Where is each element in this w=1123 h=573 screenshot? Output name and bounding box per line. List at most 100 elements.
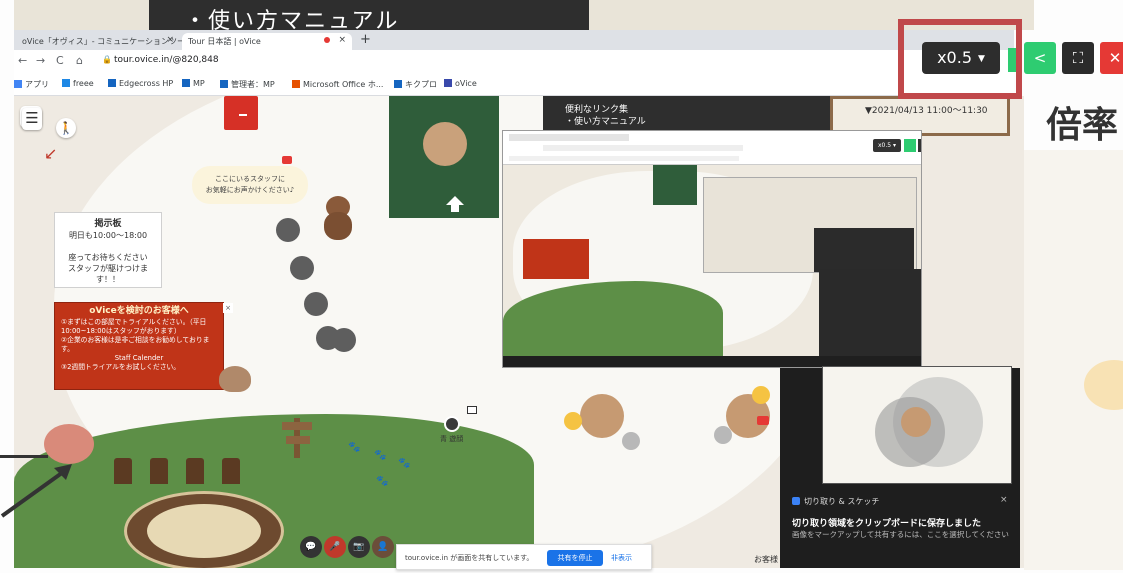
round-table[interactable] xyxy=(580,394,624,438)
youtube-icon[interactable] xyxy=(282,156,292,164)
chair[interactable] xyxy=(332,328,356,352)
x-logo-icon xyxy=(394,80,402,88)
hide-share-bar-button[interactable]: 非表示 xyxy=(611,553,632,563)
stop-sharing-button[interactable]: 共有を停止 xyxy=(547,550,603,566)
browser-tab-tour[interactable]: Tour 日本語 | oVice × xyxy=(182,33,352,50)
dining-chair[interactable] xyxy=(222,458,240,484)
snip-app-header: 切り取り & スケッチ xyxy=(792,496,879,507)
tab-close-icon[interactable]: × xyxy=(338,35,346,45)
x-logo-icon xyxy=(220,80,228,88)
paw-prints-icon: 🐾 xyxy=(374,450,387,461)
tablecloth xyxy=(147,504,261,558)
dining-table[interactable] xyxy=(124,491,284,568)
user-avatar-name: 青 遊顔 xyxy=(440,435,464,443)
guest-area-label: お客様 xyxy=(754,555,778,564)
nested-inner-preview xyxy=(703,177,917,273)
x-logo-icon xyxy=(108,79,116,87)
back-icon[interactable]: ← xyxy=(18,54,27,67)
share-status-text: tour.ovice.in が画面を共有しています。 xyxy=(405,554,534,562)
chair[interactable] xyxy=(276,218,300,242)
snip-sketch-icon xyxy=(792,497,800,505)
chair[interactable] xyxy=(290,256,314,280)
share-icon[interactable]: < xyxy=(1024,42,1056,74)
nested-tabs xyxy=(509,134,629,141)
close-icon[interactable]: ✕ xyxy=(1100,42,1123,74)
lock-icon: 🔒 xyxy=(102,55,112,64)
right-slide-deco xyxy=(1024,150,1123,570)
chair[interactable] xyxy=(564,412,582,430)
nested-dark-area xyxy=(819,269,921,357)
notice-line: ①まずはこの部屋でトライアルください。（平日10:00~18:00はスタッフがお… xyxy=(61,318,207,335)
nested-url xyxy=(543,145,743,151)
dining-chair[interactable] xyxy=(150,458,168,484)
info-board-line: 座ってお待ちください xyxy=(68,253,148,262)
nested-rug xyxy=(653,165,697,205)
monitor-icon[interactable] xyxy=(467,406,477,414)
chair[interactable] xyxy=(304,292,328,316)
bookmark-apps[interactable]: アプリ xyxy=(14,79,49,90)
notice-line: ③2週間トライアルをお試しください。 xyxy=(61,363,181,371)
link-board-item[interactable]: ・使い方マニュアル xyxy=(565,116,833,128)
x-logo-icon xyxy=(182,79,190,87)
staff-speech-bubble: ここにいるスタッフに お気軽にお声かけください♪ xyxy=(192,166,308,204)
home-icon[interactable]: ⌂ xyxy=(76,54,83,67)
screenshot-frame: ・使い方マニュアル oVice「オヴィス」- コミュニケーションツール × To… xyxy=(0,0,1123,573)
user-avatar[interactable] xyxy=(444,416,460,432)
reload-icon[interactable]: C xyxy=(56,54,64,67)
nested-zoom: x0.5 ▾ xyxy=(873,139,901,152)
ovice-menu-button[interactable]: ☰ xyxy=(22,108,42,130)
bookmark-edgecross[interactable]: Edgecross HP xyxy=(108,79,173,88)
paw-prints-icon: 🐾 xyxy=(376,476,389,487)
info-board: 掲示板 明日も10:00～18:00 座ってお待ちください スタッフが駆けつけま… xyxy=(54,212,162,288)
door-handle xyxy=(239,114,247,116)
dining-chair[interactable] xyxy=(114,458,132,484)
chair[interactable] xyxy=(622,432,640,450)
fullscreen-icon[interactable]: ⛶ xyxy=(1062,42,1094,74)
url-field[interactable]: tour.ovice.in/@820,848 xyxy=(114,55,219,65)
info-board-line xyxy=(55,241,161,252)
bookmark-office[interactable]: Microsoft Office ホ... xyxy=(292,79,383,90)
bookmark-admin-mp[interactable]: 管理者：MP xyxy=(220,79,275,90)
annotation-arrow-icon xyxy=(0,464,72,518)
bookmark-kikupuro[interactable]: キクプロ xyxy=(394,79,437,90)
red-door[interactable] xyxy=(224,96,258,130)
bookmark-ovice[interactable]: oVice xyxy=(444,79,477,88)
red-arrow-icon: ↙ xyxy=(44,144,58,163)
office-icon xyxy=(292,80,300,88)
new-tab-button[interactable]: + xyxy=(360,32,371,47)
round-table[interactable] xyxy=(423,122,467,166)
notice-close-icon[interactable]: × xyxy=(223,303,233,313)
bookmark-freee[interactable]: freee xyxy=(62,79,94,88)
notice-line[interactable]: Staff Calender xyxy=(61,354,217,363)
white-up-arrow-icon xyxy=(442,196,468,212)
teddy-bear-avatar[interactable] xyxy=(320,196,356,240)
shared-screen-preview: x0.5 ▾ xyxy=(502,130,922,368)
bookmark-mp[interactable]: MP xyxy=(182,79,205,88)
tab-close-icon[interactable]: × xyxy=(166,35,174,45)
dining-chair[interactable] xyxy=(186,458,204,484)
mic-icon[interactable]: 🎤 xyxy=(324,536,346,558)
walker-icon[interactable]: 🚶 xyxy=(56,118,76,138)
cat-avatar[interactable] xyxy=(219,366,251,392)
sign-arrow xyxy=(286,436,310,444)
link-board-title: 便利なリンク集 xyxy=(565,105,629,115)
bear-body xyxy=(324,212,352,240)
self-avatar-icon[interactable]: 👤 xyxy=(372,536,394,558)
toast-close-icon[interactable]: × xyxy=(1000,495,1008,505)
ovice-icon xyxy=(444,79,452,87)
youtube-icon[interactable] xyxy=(757,416,769,425)
forward-icon[interactable]: → xyxy=(36,54,45,67)
chair[interactable] xyxy=(714,426,732,444)
slide-side-title: 倍率 xyxy=(1046,105,1119,146)
chair[interactable] xyxy=(752,386,770,404)
screen-share-bar: tour.ovice.in が画面を共有しています。 共有を停止 非表示 xyxy=(396,544,652,570)
toast-body[interactable]: 画像をマークアップして共有するには、ここを選択してください xyxy=(792,530,1012,540)
browser-tab-ovice-site[interactable]: oVice「オヴィス」- コミュニケーションツール × xyxy=(16,33,193,50)
chat-icon[interactable]: 💬 xyxy=(300,536,322,558)
nested-dark-panel xyxy=(814,228,914,272)
address-bar-row: ← → C ⌂ 🔒 tour.ovice.in/@820,848 xyxy=(14,50,1014,72)
nested-controls: x0.5 ▾ xyxy=(873,139,921,153)
bottom-controls: 💬 🎤 📷 👤 xyxy=(300,536,396,560)
snip-thumbnail[interactable] xyxy=(822,366,1012,484)
camera-icon[interactable]: 📷 xyxy=(348,536,370,558)
